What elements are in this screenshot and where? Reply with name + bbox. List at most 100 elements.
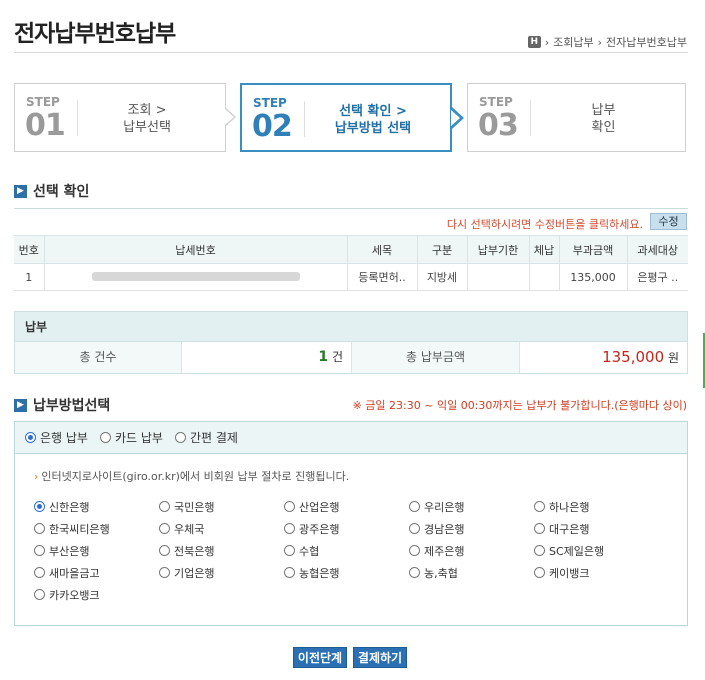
step-arrow-icon [225, 109, 234, 125]
bank-label: 대구은행 [549, 522, 590, 536]
step-1: STEP 01 조회 > 납부선택 [14, 83, 226, 152]
bank-label: 제주은행 [424, 544, 465, 558]
cell-no: 1 [14, 263, 45, 291]
step-divider [304, 101, 305, 137]
bank-option[interactable]: 경남은행 [409, 521, 534, 536]
bank-option[interactable]: 신한은행 [34, 499, 159, 514]
radio-icon[interactable] [159, 501, 170, 512]
tab-card-payment[interactable]: 카드 납부 [99, 429, 163, 446]
step-3: STEP 03 납부 확인 [467, 83, 686, 152]
bank-option[interactable]: 한국씨티은행 [34, 521, 159, 536]
tab-label: 카드 납부 [114, 431, 163, 445]
bank-label: 경남은행 [424, 522, 465, 536]
cell-item: 등록면허.. [346, 263, 418, 291]
radio-icon[interactable] [99, 432, 111, 443]
bank-option[interactable]: 대구은행 [534, 521, 659, 536]
bank-label: 국민은행 [174, 500, 215, 514]
step-text-line2: 확인 [591, 120, 616, 135]
radio-icon[interactable] [284, 523, 295, 534]
bank-option[interactable]: 광주은행 [284, 521, 409, 536]
radio-icon[interactable] [159, 567, 170, 578]
radio-icon[interactable] [409, 523, 420, 534]
bank-option[interactable]: 산업은행 [284, 499, 409, 514]
bank-option[interactable]: 제주은행 [409, 543, 534, 558]
radio-icon[interactable] [34, 523, 45, 534]
radio-icon[interactable] [25, 432, 36, 443]
bank-label: 새마을금고 [49, 566, 100, 580]
breadcrumb-item-current: 전자납부번호납부 [606, 36, 687, 49]
radio-icon[interactable] [284, 545, 295, 556]
radio-icon[interactable] [409, 545, 420, 556]
bank-list: 신한은행 국민은행 산업은행 우리은행 하나은행한국씨티은행 우체국 광주은행 경남은행 대구은… [34, 499, 659, 602]
total-count-unit: 건 [331, 350, 343, 364]
section-title-method: ▶ 납부방법선택 [14, 395, 110, 415]
radio-icon[interactable] [284, 567, 295, 578]
radio-icon[interactable] [534, 545, 545, 556]
tab-label: 간편 결제 [189, 431, 238, 445]
step-divider [77, 100, 78, 136]
breadcrumb-item[interactable]: 조회납부 [553, 34, 593, 50]
payment-method-description: › 인터넷지로사이트(giro.or.kr)에서 비회원 납부 절차로 진행됩니다… [34, 468, 349, 484]
prev-step-button[interactable]: 이전단계 [293, 647, 347, 668]
bank-option[interactable]: 우리은행 [409, 499, 534, 514]
radio-icon[interactable] [174, 432, 186, 443]
bank-option[interactable]: 부산은행 [34, 543, 159, 558]
home-icon[interactable]: H [527, 36, 541, 48]
breadcrumb-separator: › [544, 35, 550, 49]
total-amount-number: 135,000 [602, 348, 665, 366]
column-header: 과세대상 [626, 235, 688, 264]
section-title-text: 납부방법선택 [33, 398, 111, 414]
step-number: 03 [478, 108, 519, 143]
radio-icon[interactable] [409, 501, 420, 512]
total-amount-unit: 원 [667, 351, 679, 365]
radio-icon[interactable] [534, 523, 545, 534]
cell-type: 지방세 [416, 263, 468, 291]
bank-option[interactable]: 카카오뱅크 [34, 587, 159, 602]
bank-option[interactable]: 농협은행 [284, 565, 409, 580]
bank-label: 기업은행 [174, 566, 215, 580]
cell-amount: 135,000 [558, 263, 628, 291]
bank-option[interactable]: 농,축협 [409, 565, 534, 580]
radio-icon[interactable] [159, 523, 170, 534]
step-label: STEP [479, 95, 513, 109]
radio-icon[interactable] [34, 501, 45, 512]
bank-option[interactable]: 케이뱅크 [534, 565, 659, 580]
bank-label: 우리은행 [424, 500, 465, 514]
bank-label: 광주은행 [299, 522, 340, 536]
table-row: 1 등록면허.. 지방세 135,000 은평구 .. [14, 263, 688, 291]
radio-icon[interactable] [534, 567, 545, 578]
payment-summary-title: 납부 [15, 312, 687, 342]
radio-icon[interactable] [159, 545, 170, 556]
radio-icon[interactable] [409, 567, 420, 578]
bank-option[interactable]: 국민은행 [159, 499, 284, 514]
payment-time-warning: ※ 금일 23:30 ~ 익일 00:30까지는 납부가 불가합니다.(은행마다… [352, 399, 687, 412]
radio-icon[interactable] [534, 501, 545, 512]
total-count-value: 1 건 [182, 342, 352, 373]
column-header: 부과금액 [558, 235, 628, 264]
payment-method-tabs: 은행 납부 카드 납부 간편 결제 [15, 422, 687, 454]
radio-icon[interactable] [34, 589, 45, 600]
breadcrumb: H › 조회납부 › 전자납부번호납부 [527, 34, 687, 50]
pay-button[interactable]: 결제하기 [353, 647, 407, 668]
radio-icon[interactable] [284, 501, 295, 512]
bank-option[interactable]: 수협 [284, 543, 409, 558]
bank-option[interactable]: 전북은행 [159, 543, 284, 558]
tab-easy-payment[interactable]: 간편 결제 [174, 429, 238, 446]
bank-label: 농,축협 [424, 566, 458, 580]
tab-bank-payment[interactable]: 은행 납부 [25, 429, 88, 446]
bank-option[interactable]: SC제일은행 [534, 543, 659, 558]
step-label: STEP [253, 96, 287, 110]
bank-option[interactable]: 새마을금고 [34, 565, 159, 580]
bank-label: 한국씨티은행 [49, 522, 110, 536]
radio-icon[interactable] [34, 567, 45, 578]
bank-label: 하나은행 [549, 500, 590, 514]
bank-option[interactable]: 우체국 [159, 521, 284, 536]
total-amount-label: 총 납부금액 [352, 342, 520, 373]
edit-button[interactable]: 수정 [650, 213, 687, 230]
bank-option[interactable]: 기업은행 [159, 565, 284, 580]
bank-option[interactable]: 하나은행 [534, 499, 659, 514]
bank-label: 케이뱅크 [549, 566, 590, 580]
total-amount-value: 135,000 원 [520, 342, 687, 373]
section-arrow-icon: ▶ [14, 184, 27, 198]
radio-icon[interactable] [34, 545, 45, 556]
